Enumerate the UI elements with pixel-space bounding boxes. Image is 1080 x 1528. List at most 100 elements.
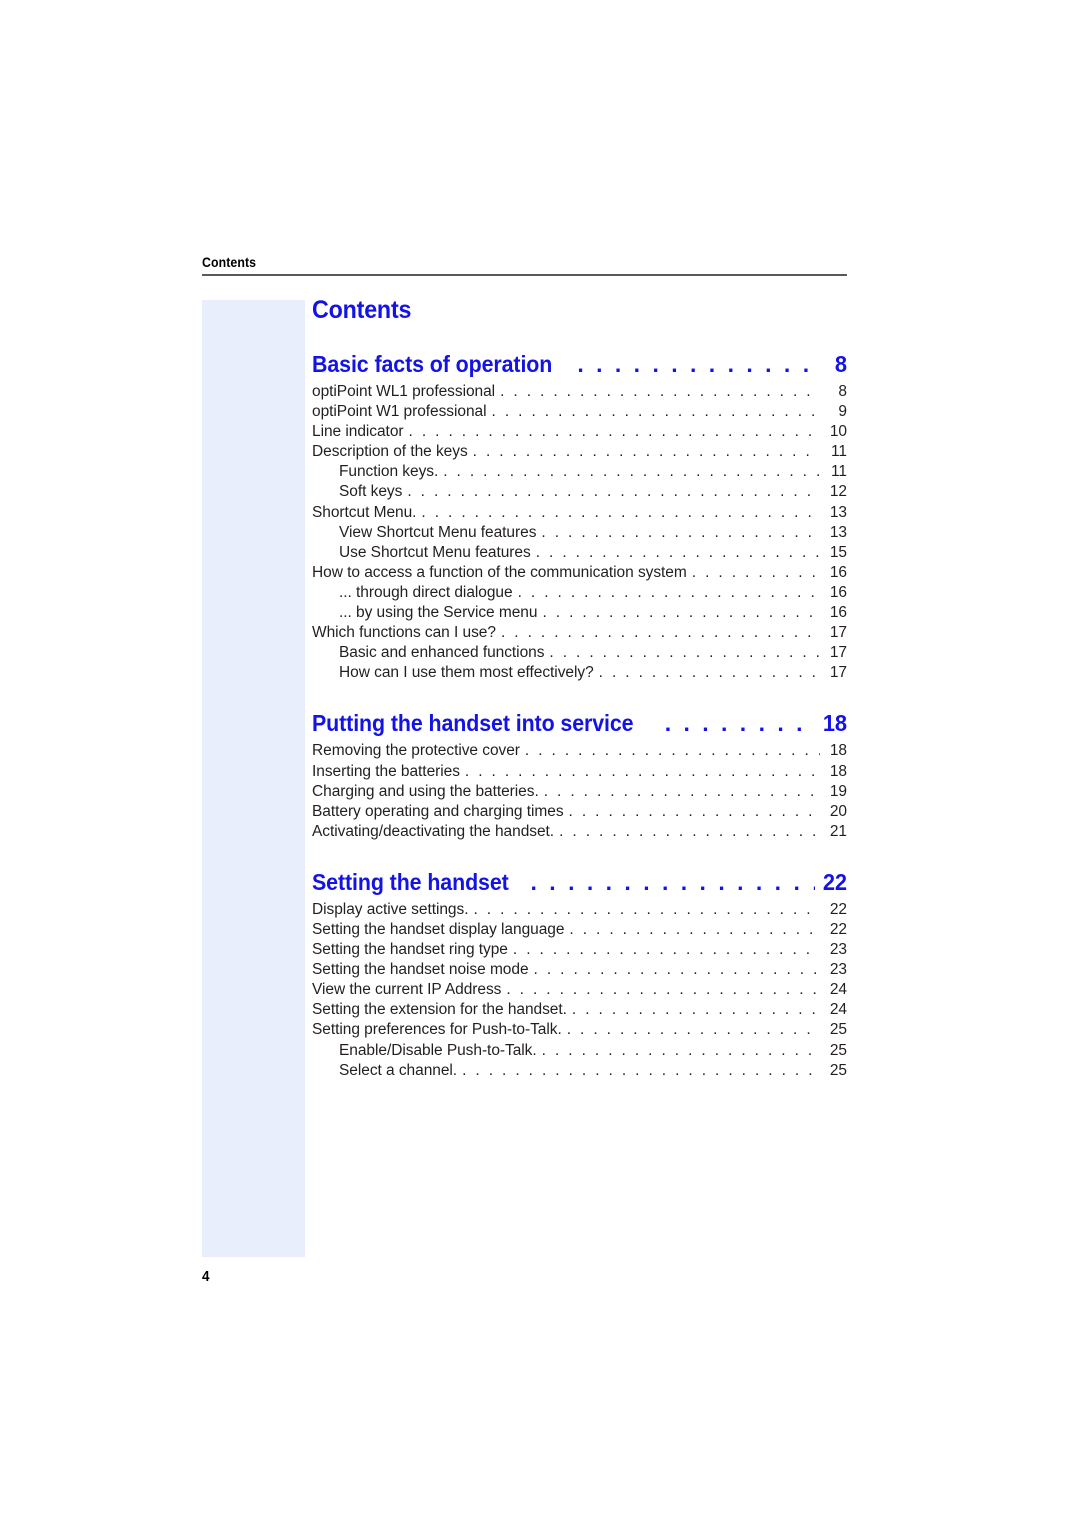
dot-leader: . . . . . . . . . . . . . . . . . . . . … bbox=[577, 351, 815, 377]
toc-section-page-number: 8 bbox=[834, 351, 847, 377]
toc-entry[interactable]: Select a channel.. . . . . . . . . . . .… bbox=[312, 1061, 847, 1081]
toc-entry-label: How to access a function of the communic… bbox=[312, 563, 687, 581]
toc-entry-page-number: 17 bbox=[829, 624, 847, 642]
dot-leader: . . . . . . . . . . . . . . . . . . . . … bbox=[559, 822, 820, 840]
toc-section: Basic facts of operation . . . . . . . . … bbox=[312, 351, 847, 683]
toc-entry-page-number: 17 bbox=[829, 644, 847, 662]
toc-entry[interactable]: optiPoint W1 professional. . . . . . . .… bbox=[312, 402, 847, 422]
toc-entry-label: optiPoint W1 professional bbox=[312, 403, 487, 421]
toc-entry[interactable]: View the current IP Address. . . . . . .… bbox=[312, 980, 847, 1000]
toc-entry[interactable]: ... by using the Service menu. . . . . .… bbox=[312, 603, 847, 623]
toc-entry-page-number: 23 bbox=[829, 941, 847, 959]
page-number: 4 bbox=[202, 1268, 210, 1285]
toc-entry-label: Enable/Disable Push-to-Talk. bbox=[339, 1041, 537, 1059]
toc-entry-page-number: 13 bbox=[829, 503, 847, 521]
toc-entry-label: How can I use them most effectively? bbox=[339, 664, 594, 682]
toc-entry[interactable]: Which functions can I use?. . . . . . . … bbox=[312, 623, 847, 643]
toc-entry[interactable]: Removing the protective cover. . . . . .… bbox=[312, 741, 847, 761]
header-rule bbox=[202, 274, 847, 276]
toc-entry-label: ... by using the Service menu bbox=[339, 604, 538, 622]
running-head: Contents bbox=[202, 254, 847, 276]
toc-entry[interactable]: Setting the handset display language. . … bbox=[312, 920, 847, 940]
toc-section: Putting the handset into service . . . . … bbox=[312, 710, 847, 841]
toc-entry-label: Setting preferences for Push-to-Talk. bbox=[312, 1021, 562, 1039]
dot-leader: . . . . . . . . . . . . . . . . . . . . … bbox=[541, 1041, 820, 1059]
toc-entry-page-number: 24 bbox=[829, 1001, 847, 1019]
toc-entry-label: Activating/deactivating the handset. bbox=[312, 822, 555, 840]
toc-entry[interactable]: How can I use them most effectively?. . … bbox=[312, 663, 847, 683]
toc-entry-page-number: 25 bbox=[829, 1021, 847, 1039]
dot-leader: . . . . . . . . . . . . . . . . . . . . … bbox=[542, 604, 820, 622]
toc-entry-label: ... through direct dialogue bbox=[339, 583, 513, 601]
dot-leader: . . . . . . . . . . . . . . . . . . . . … bbox=[571, 1001, 820, 1019]
toc-entry-label: Which functions can I use? bbox=[312, 624, 496, 642]
dot-leader: . . . . . . . . . . . . . . . . . . . . … bbox=[473, 900, 820, 918]
toc-section-title: Putting the handset into service bbox=[312, 710, 634, 737]
toc-section-page-number: 22 bbox=[822, 868, 847, 895]
toc-entry-label: Use Shortcut Menu features bbox=[339, 543, 531, 561]
toc-entry-page-number: 17 bbox=[829, 664, 847, 682]
toc-entry-label: Setting the extension for the handset. bbox=[312, 1001, 567, 1019]
toc-entry[interactable]: Soft keys. . . . . . . . . . . . . . . .… bbox=[312, 482, 847, 502]
toc-entry[interactable]: Line indicator. . . . . . . . . . . . . … bbox=[312, 422, 847, 442]
toc-section-heading[interactable]: Basic facts of operation . . . . . . . . … bbox=[312, 351, 847, 378]
margin-color-band bbox=[202, 300, 305, 1257]
dot-leader: . . . . . . . . . . . . . . . . . . . . … bbox=[491, 403, 820, 421]
toc-entry-label: Basic and enhanced functions bbox=[339, 644, 545, 662]
dot-leader: . . . . . . . . . . . . . . . . . . . . … bbox=[549, 644, 820, 662]
toc-entry[interactable]: Setting the handset ring type. . . . . .… bbox=[312, 940, 847, 960]
toc-section-title: Setting the handset bbox=[312, 868, 509, 895]
dot-leader: . . . . . . . . . . . . . . . . . . . . … bbox=[598, 664, 820, 682]
toc-entry[interactable]: Use Shortcut Menu features. . . . . . . … bbox=[312, 543, 847, 563]
dot-leader: . . . . . . . . . . . . . . . . . . . . … bbox=[533, 961, 820, 979]
toc-entry-label: Charging and using the batteries. bbox=[312, 782, 539, 800]
toc-section-heading[interactable]: Setting the handset . . . . . . . . . . .… bbox=[312, 869, 847, 896]
dot-leader: . . . . . . . . . . . . . . . . . . . . … bbox=[541, 523, 820, 541]
toc-entry[interactable]: Setting preferences for Push-to-Talk.. .… bbox=[312, 1020, 847, 1040]
toc-entry-page-number: 13 bbox=[829, 523, 847, 541]
toc-entry[interactable]: ... through direct dialogue. . . . . . .… bbox=[312, 583, 847, 603]
toc-entry-label: Setting the handset ring type bbox=[312, 941, 508, 959]
toc-entry-page-number: 23 bbox=[829, 961, 847, 979]
toc-entry[interactable]: Basic and enhanced functions. . . . . . … bbox=[312, 643, 847, 663]
toc-entry-label: Shortcut Menu. bbox=[312, 503, 417, 521]
toc-entry[interactable]: Inserting the batteries. . . . . . . . .… bbox=[312, 762, 847, 782]
toc-entry-page-number: 18 bbox=[829, 762, 847, 780]
toc-entry-label: Removing the protective cover bbox=[312, 742, 520, 760]
dot-leader: . . . . . . . . . . . . . . . . . . . . … bbox=[464, 762, 820, 780]
toc-entry[interactable]: Activating/deactivating the handset.. . … bbox=[312, 822, 847, 842]
toc-entry[interactable]: optiPoint WL1 professional. . . . . . . … bbox=[312, 382, 847, 402]
toc-entry[interactable]: Battery operating and charging times. . … bbox=[312, 802, 847, 822]
dot-leader: . . . . . . . . . . . . . . . . . . . . … bbox=[512, 941, 820, 959]
toc-entry-page-number: 11 bbox=[831, 463, 847, 481]
toc-entry[interactable]: How to access a function of the communic… bbox=[312, 563, 847, 583]
toc-section-heading[interactable]: Putting the handset into service . . . . … bbox=[312, 710, 847, 737]
toc-entry[interactable]: Charging and using the batteries.. . . .… bbox=[312, 782, 847, 802]
toc-entry[interactable]: Function keys.. . . . . . . . . . . . . … bbox=[312, 462, 847, 482]
toc-entry-page-number: 16 bbox=[829, 604, 847, 622]
toc-entry[interactable]: Setting the extension for the handset.. … bbox=[312, 1000, 847, 1020]
toc-section-title: Basic facts of operation bbox=[312, 351, 553, 377]
toc-entry[interactable]: Enable/Disable Push-to-Talk.. . . . . . … bbox=[312, 1041, 847, 1061]
dot-leader: . . . . . . . . . . . . . . . . . . . . … bbox=[568, 802, 820, 820]
toc-entry-page-number: 20 bbox=[829, 802, 847, 820]
document-page: Contents 4 Contents Basic facts of opera… bbox=[0, 0, 1080, 1528]
toc-entry-page-number: 11 bbox=[831, 443, 847, 461]
toc-entry-label: View Shortcut Menu features bbox=[339, 523, 537, 541]
toc-entry[interactable]: Description of the keys. . . . . . . . .… bbox=[312, 442, 847, 462]
toc-entry[interactable]: View Shortcut Menu features. . . . . . .… bbox=[312, 523, 847, 543]
toc-entry-label: Setting the handset noise mode bbox=[312, 961, 529, 979]
dot-leader: . . . . . . . . . . . . . . . . . . . . … bbox=[530, 868, 815, 895]
dot-leader: . . . . . . . . . . . . . . . . . . . . … bbox=[535, 543, 820, 561]
toc-entry-label: Description of the keys bbox=[312, 443, 468, 461]
dot-leader: . . . . . . . . . . . . . . . . . . . . … bbox=[569, 920, 820, 938]
toc-entry-page-number: 22 bbox=[829, 900, 847, 918]
toc-entry[interactable]: Setting the handset noise mode. . . . . … bbox=[312, 960, 847, 980]
toc-entry[interactable]: Display active settings.. . . . . . . . … bbox=[312, 900, 847, 920]
toc-entry-page-number: 19 bbox=[829, 782, 847, 800]
toc-entry-label: Line indicator bbox=[312, 423, 404, 441]
toc-entry-page-number: 16 bbox=[829, 583, 847, 601]
toc-entry[interactable]: Shortcut Menu.. . . . . . . . . . . . . … bbox=[312, 503, 847, 523]
